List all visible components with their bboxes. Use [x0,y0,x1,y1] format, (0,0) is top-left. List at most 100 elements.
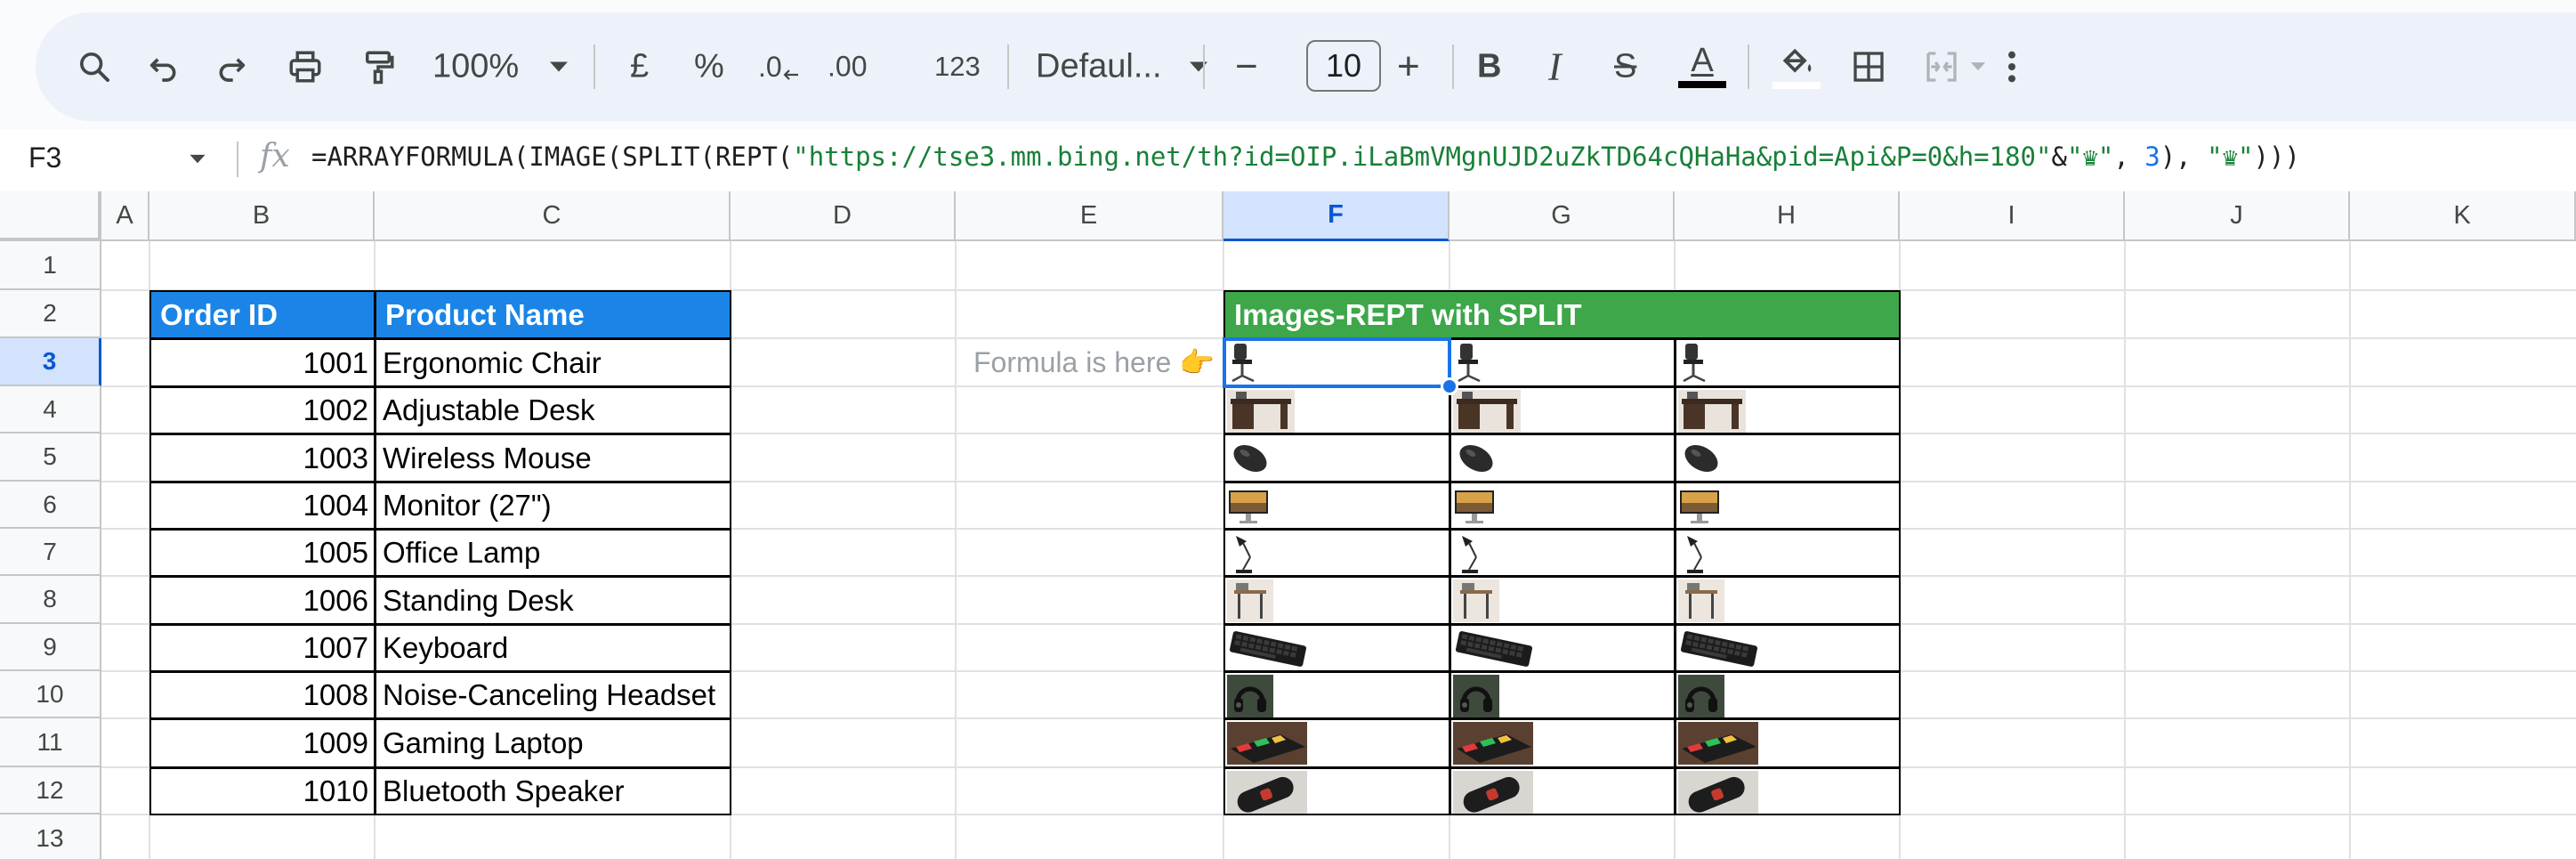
formula-input[interactable]: =ARRAYFORMULA(IMAGE(SPLIT(REPT("https://… [311,142,2300,172]
row-header-7[interactable]: 7 [0,529,101,576]
image-cell[interactable] [1675,718,1901,768]
product-name-cell[interactable]: Monitor (27") [375,482,731,530]
image-cell[interactable] [1450,718,1676,768]
column-header-a[interactable]: A [101,191,149,241]
order-id-cell[interactable]: 1004 [149,482,375,530]
product-name-cell[interactable]: Standing Desk [375,576,731,625]
image-cell[interactable] [1223,718,1450,768]
order-id-cell[interactable]: 1006 [149,576,375,625]
spreadsheet-grid[interactable]: A B C D E F G H I J K 1 2 3 4 5 6 7 8 9 10 11 12 13 Order ID Prod… [0,191,2576,859]
column-header-j[interactable]: J [2125,191,2350,241]
image-cell[interactable] [1450,576,1676,625]
image-cell[interactable] [1450,767,1676,815]
decrease-font-size-button[interactable]: − [1235,45,1258,89]
text-color-button[interactable]: A [1678,44,1726,88]
image-cell[interactable] [1450,386,1676,434]
order-id-cell[interactable]: 1003 [149,434,375,482]
image-cell[interactable] [1223,624,1450,672]
format-percent-button[interactable]: % [694,48,724,86]
product-name-cell[interactable]: Keyboard [375,624,731,672]
product-name-cell[interactable]: Gaming Laptop [375,718,731,768]
row-header-1[interactable]: 1 [0,241,101,290]
decrease-decimal-button[interactable]: .0 [758,50,800,84]
row-header-5[interactable]: 5 [0,434,101,482]
column-header-f[interactable]: F [1223,191,1450,241]
column-header-d[interactable]: D [731,191,956,241]
image-cell[interactable] [1450,671,1676,719]
row-header-9[interactable]: 9 [0,624,101,671]
row-header-8[interactable]: 8 [0,576,101,624]
strikethrough-button[interactable]: S [1614,48,1636,86]
column-header-e[interactable]: E [956,191,1223,241]
image-cell[interactable] [1675,482,1901,530]
column-header-i[interactable]: I [1900,191,2125,241]
column-header-k[interactable]: K [2350,191,2576,241]
order-id-cell[interactable]: 1008 [149,671,375,719]
image-cell[interactable] [1675,671,1901,719]
name-box[interactable]: F3 [28,142,61,174]
row-header-12[interactable]: 12 [0,767,101,814]
chevron-down-icon[interactable] [189,154,206,165]
image-cell[interactable] [1450,338,1676,387]
row-header-10[interactable]: 10 [0,671,101,718]
image-cell[interactable] [1223,338,1450,387]
order-id-cell[interactable]: 1002 [149,386,375,434]
image-cell[interactable] [1450,434,1676,482]
product-name-cell[interactable]: Wireless Mouse [375,434,731,482]
row-header-6[interactable]: 6 [0,482,101,529]
column-header-b[interactable]: B [149,191,375,241]
borders-button[interactable] [1851,49,1886,85]
undo-button[interactable] [146,49,182,85]
product-name-cell[interactable]: Ergonomic Chair [375,338,731,387]
image-cell[interactable] [1675,386,1901,434]
row-header-13[interactable]: 13 [0,814,101,859]
image-cell[interactable] [1675,529,1901,577]
order-id-cell[interactable]: 1010 [149,767,375,815]
image-cell[interactable] [1223,671,1450,719]
print-button[interactable] [287,48,324,85]
merge-cells-button[interactable] [1922,49,1986,85]
font-size-input[interactable]: 10 [1306,40,1381,92]
increase-font-size-button[interactable]: + [1397,45,1420,89]
image-cell[interactable] [1223,767,1450,815]
format-currency-button[interactable]: £ [630,48,649,86]
italic-button[interactable]: I [1548,45,1562,90]
order-id-cell[interactable]: 1009 [149,718,375,768]
image-cell[interactable] [1223,576,1450,625]
font-family-select[interactable]: Defaul... [1036,48,1208,86]
bold-button[interactable]: B [1477,48,1501,86]
table-header-product-name[interactable]: Product Name [375,290,731,339]
image-cell[interactable] [1450,482,1676,530]
images-header[interactable]: Images-REPT with SPLIT [1223,290,1901,339]
order-id-cell[interactable]: 1001 [149,338,375,387]
image-cell[interactable] [1450,624,1676,672]
image-cell[interactable] [1675,338,1901,387]
image-cell[interactable] [1675,576,1901,625]
image-cell[interactable] [1675,434,1901,482]
order-id-cell[interactable]: 1005 [149,529,375,577]
product-name-cell[interactable]: Adjustable Desk [375,386,731,434]
image-cell[interactable] [1223,529,1450,577]
row-header-3[interactable]: 3 [0,338,101,386]
product-name-cell[interactable]: Office Lamp [375,529,731,577]
image-cell[interactable] [1223,482,1450,530]
zoom-select[interactable]: 100% [432,48,569,86]
fill-handle[interactable] [1441,377,1458,395]
product-name-cell[interactable]: Noise-Canceling Headset [375,671,731,719]
fill-color-button[interactable] [1773,45,1821,89]
paint-format-button[interactable] [359,48,397,85]
increase-decimal-button[interactable]: .00 [828,51,867,84]
column-header-g[interactable]: G [1450,191,1675,241]
image-cell[interactable] [1223,386,1450,434]
image-cell[interactable] [1450,529,1676,577]
more-options-button[interactable] [2006,49,2018,85]
redo-button[interactable] [214,49,249,85]
search-menus-button[interactable] [77,49,112,85]
column-header-h[interactable]: H [1675,191,1900,241]
select-all-corner[interactable] [0,191,101,241]
row-header-11[interactable]: 11 [0,718,101,767]
row-header-2[interactable]: 2 [0,290,101,338]
row-header-4[interactable]: 4 [0,386,101,434]
column-header-c[interactable]: C [375,191,731,241]
image-cell[interactable] [1675,767,1901,815]
